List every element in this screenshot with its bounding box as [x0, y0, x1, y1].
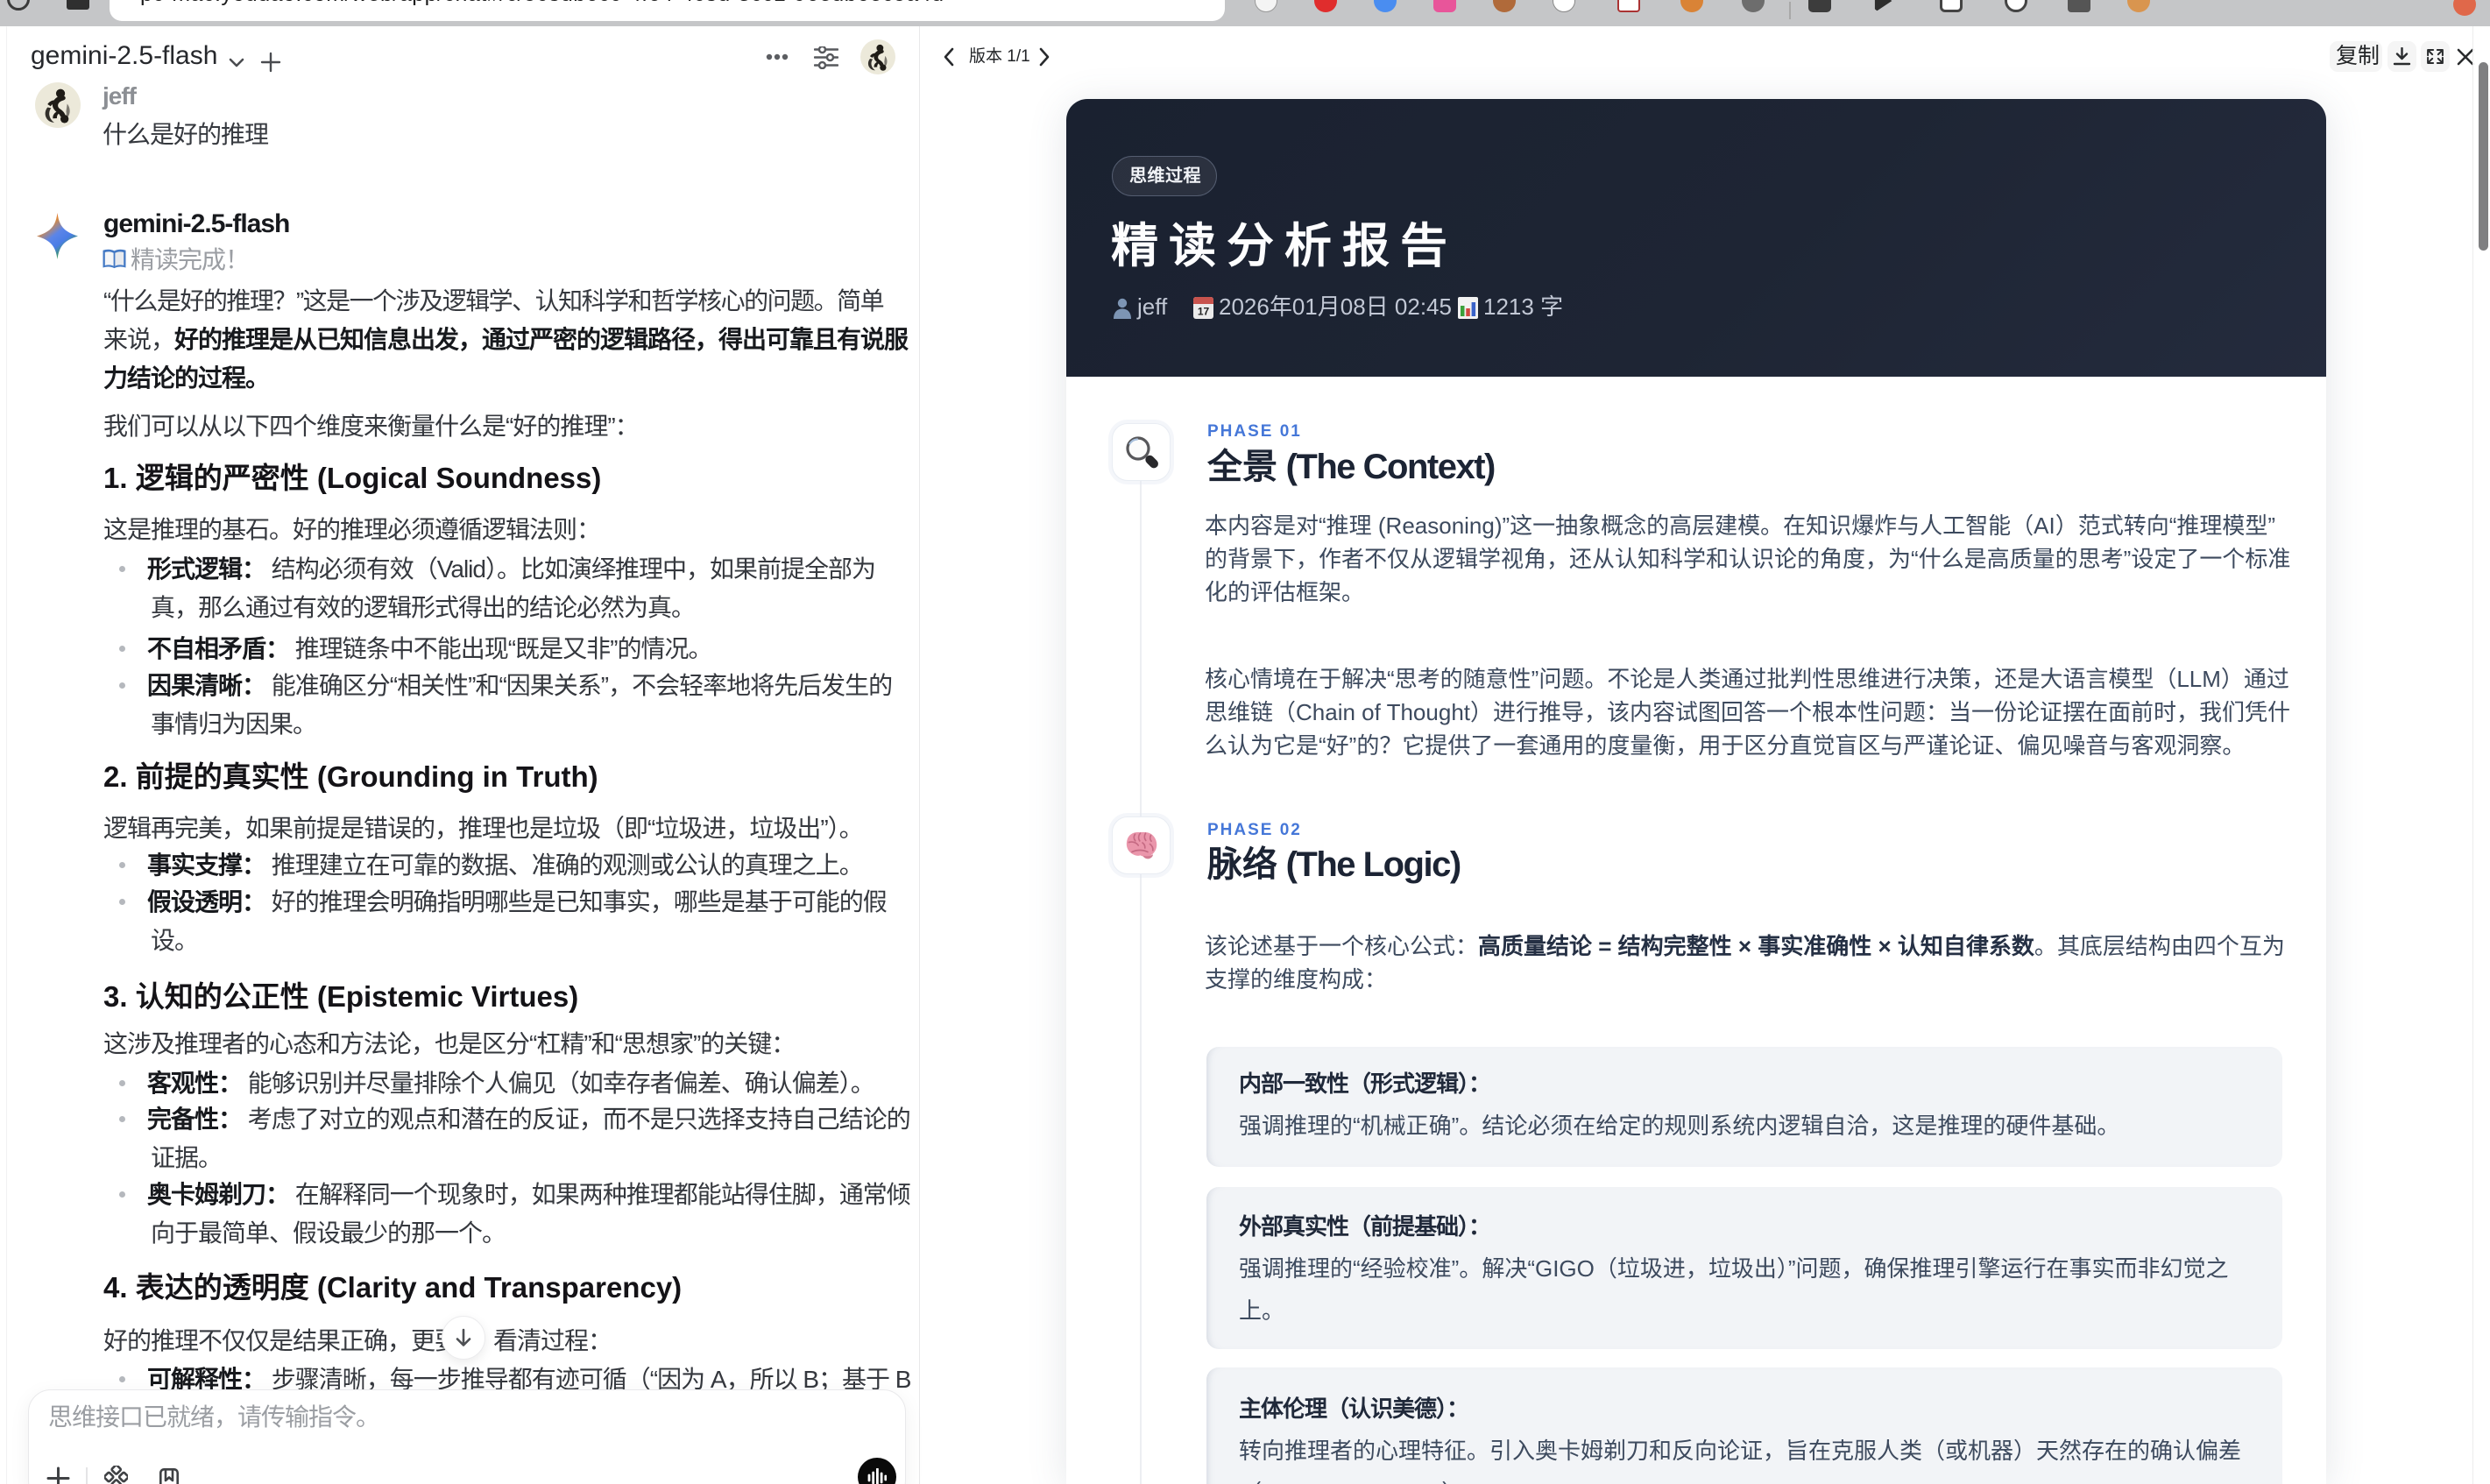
svg-text:17: 17 [1198, 306, 1210, 318]
